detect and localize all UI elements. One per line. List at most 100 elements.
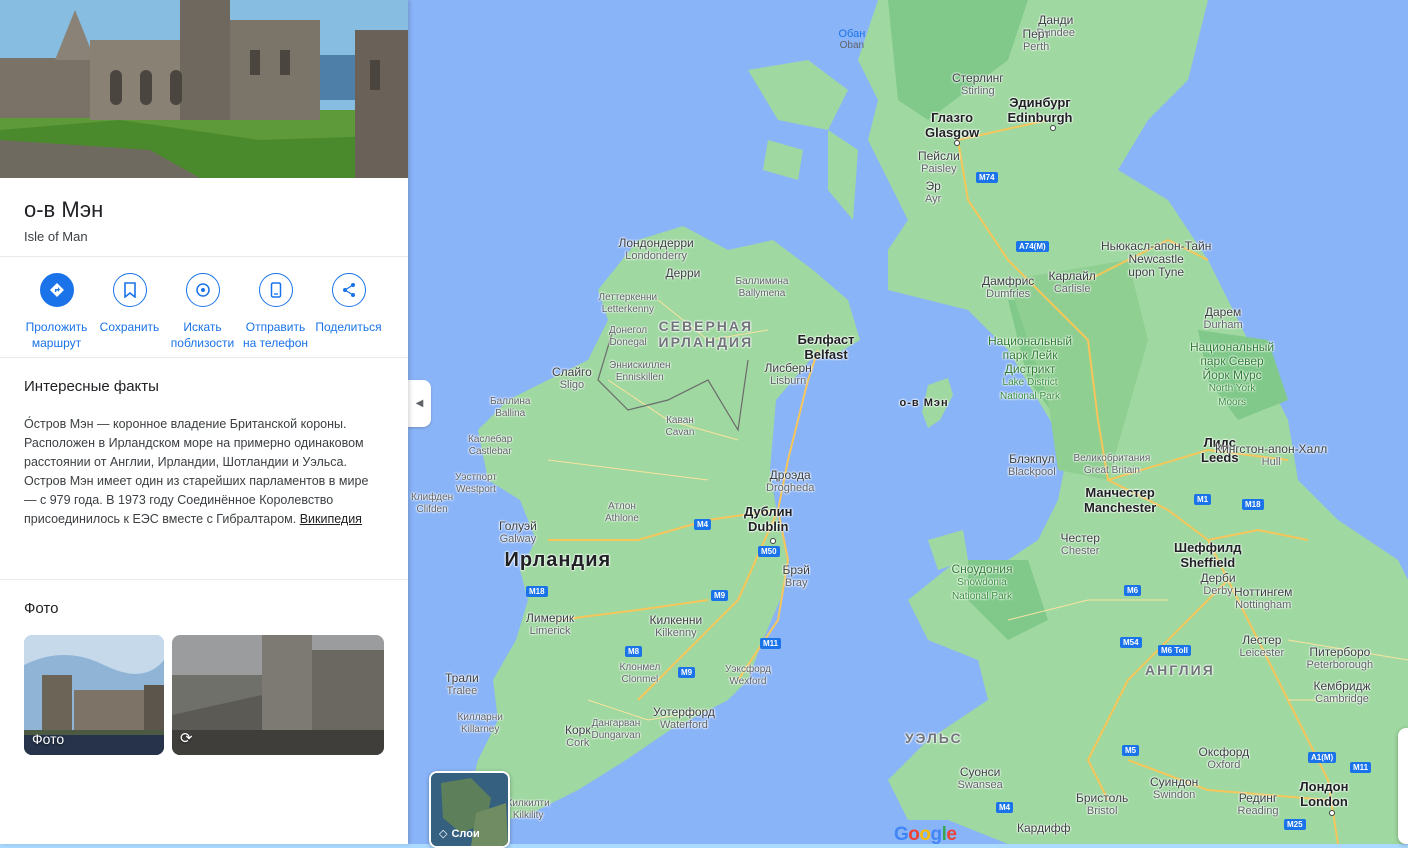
map-label-city: Слайго Sligo	[552, 365, 592, 392]
photos-section: Фото Фото ⟳	[0, 580, 408, 755]
map-label-town: Каслебар Castlebar	[468, 434, 513, 457]
map-label-city: Дроэда Drogheda	[766, 468, 815, 495]
road-shield: A1(M)	[1308, 752, 1337, 763]
map-label-city: Блэкпул Blackpool	[1008, 452, 1056, 479]
map-label-city: Голуэй Galway	[499, 519, 537, 546]
map-label-city: Кингстон-апон-Халл Hull	[1215, 442, 1328, 469]
map-label-park: Национальный парк Север Йорк Мурс North Yor…	[1190, 340, 1275, 408]
map-label-city: Брэй Bray	[782, 563, 810, 590]
map-label-city: Дарем Durham	[1203, 305, 1243, 332]
map-label-town: Великобритания Great Britain	[1073, 453, 1151, 476]
photo-caption: Фото	[32, 731, 65, 747]
collapse-panel-button[interactable]: ◀	[408, 380, 431, 427]
map-label-city: Лисберн Lisburn	[764, 361, 812, 388]
map-label-city: Суиндон Swindon	[1150, 775, 1199, 802]
road-shield: M54	[1120, 637, 1142, 648]
map-label-city: Рединг Reading	[1237, 791, 1279, 818]
road-shield: M11	[1350, 762, 1372, 773]
map-label-city: Оксфорд Oxford	[1198, 745, 1250, 772]
map-label-city: Корк Cork	[565, 723, 591, 750]
city-marker	[1329, 810, 1335, 816]
road-shield: M25	[1284, 819, 1306, 830]
directions-label: Проложить маршрут	[25, 320, 88, 350]
360-view-icon: ⟳	[180, 730, 193, 747]
action-bar: Проложить маршрут Сохранить Искать побли…	[0, 257, 408, 358]
map-label-city: Ньюкасл-апон-Тайн Newcastle upon Tyne	[1101, 239, 1212, 279]
walls-thumbnail	[172, 635, 384, 755]
road-shield: M18	[526, 586, 548, 597]
map-label-city: Питерборо Peterborough	[1306, 645, 1374, 672]
map-label-town: Клонмел Clonmel	[619, 662, 661, 685]
hero-photo[interactable]	[0, 0, 408, 178]
road-shield: M18	[1242, 499, 1264, 510]
map-label-major-city: Белфаст Belfast	[797, 332, 855, 362]
map-label-city: Килкенни Kilkenny	[649, 613, 703, 640]
save-button[interactable]: Сохранить	[93, 273, 166, 357]
map-label-city: Бристоль Bristol	[1076, 791, 1129, 818]
directions-button[interactable]: Проложить маршрут	[20, 273, 93, 357]
castle-photo	[0, 0, 408, 178]
map-label-major-city: Лондон London	[1299, 779, 1349, 809]
map-label-city: Карлайл Carlisle	[1048, 269, 1096, 296]
wikipedia-link[interactable]: Википедия	[300, 512, 362, 526]
place-panel: о-в Мэн Isle of Man Проложить маршрут Со…	[0, 0, 408, 844]
city-marker	[770, 538, 776, 544]
send-to-phone-label: Отправить на телефон	[242, 320, 309, 350]
map-label-region: УЭЛЬС	[905, 730, 963, 746]
nearby-label: Искать поблизости	[170, 320, 235, 350]
map-label-town: Каван Cavan	[665, 415, 695, 438]
map-label-town: Килларни Killarney	[457, 712, 503, 735]
map-label-city: Пейсли Paisley	[918, 149, 960, 176]
map-canvas[interactable]: Обан Oban Данди Dundee Перт Perth Стерлинг S…	[408, 0, 1408, 844]
map-label-major-city: Шеффилд Sheffield	[1174, 540, 1242, 570]
map-label-town: Леттеркенни Letterkenny	[598, 292, 658, 315]
share-button[interactable]: Поделиться	[312, 273, 385, 357]
road-shield: M9	[678, 667, 696, 678]
road-shield: M4	[996, 802, 1014, 813]
map-label-park: Национальный парк Лейк Дистрикт Lake Distri…	[988, 334, 1073, 402]
map-label-major-city: Дублин Dublin	[744, 504, 793, 534]
photo-360-thumbnail[interactable]: ⟳	[172, 635, 384, 755]
facts-paragraph: О́стров Мэн — коронное владение Британск…	[24, 417, 369, 526]
map-label-city: Дамфрис Dumfries	[982, 274, 1035, 301]
layers-button[interactable]: ◇ Слои	[429, 771, 510, 848]
zoom-control[interactable]	[1398, 728, 1408, 844]
map-label-major-city: Глазго Glasgow	[925, 110, 980, 140]
nearby-button[interactable]: Искать поблизости	[166, 273, 239, 357]
layers-label: Слои	[451, 827, 480, 840]
map-label-city: Перт Perth	[1022, 27, 1050, 54]
place-subtitle: Isle of Man	[24, 229, 88, 244]
map-label-town: Дангарван Dungarvan	[591, 718, 641, 741]
map-label-town: Баллимина Ballymena	[735, 276, 789, 299]
map-label-selected-place[interactable]: о-в Мэн	[900, 397, 949, 410]
road-shield: M8	[625, 646, 643, 657]
city-marker	[1050, 125, 1056, 131]
road-shield: M4	[694, 519, 712, 530]
send-to-phone-button[interactable]: Отправить на телефон	[239, 273, 312, 357]
city-marker	[954, 140, 960, 146]
send-to-phone-icon	[258, 273, 293, 307]
map-label-city: Эр Ayr	[925, 179, 942, 206]
map-label-country: Ирландия	[504, 549, 612, 571]
map-graphics	[408, 0, 1408, 844]
road-shield: M9	[711, 590, 729, 601]
map-label-town: Баллина Ballina	[490, 396, 531, 419]
map-label-town: Обан Oban	[838, 28, 866, 51]
map-label-major-city: Манчестер Manchester	[1084, 485, 1157, 515]
photos-title: Фото	[24, 600, 59, 617]
map-label-city: Дерби Derby	[1200, 571, 1236, 598]
road-shield: M1	[1194, 494, 1212, 505]
map-label-city: Лестер Leicester	[1239, 633, 1285, 660]
facts-title: Интересные факты	[24, 378, 159, 395]
map-label-town: Уэстпорт Westport	[455, 472, 497, 495]
map-label-city: Лондондерри Londonderry	[618, 236, 694, 263]
road-shield: M5	[1122, 745, 1140, 756]
map-label-town: Атлон Athlone	[605, 501, 639, 524]
photo-thumbnail[interactable]: Фото	[24, 635, 164, 755]
save-label: Сохранить	[99, 320, 160, 334]
road-shield: M11	[760, 638, 782, 649]
directions-icon	[39, 273, 74, 307]
map-label-city: Лимерик Limerick	[526, 611, 575, 638]
map-label-park: Сноудония Snowdonia National Park	[951, 562, 1013, 602]
map-label-city: Уотерфорд Waterford	[653, 705, 715, 732]
